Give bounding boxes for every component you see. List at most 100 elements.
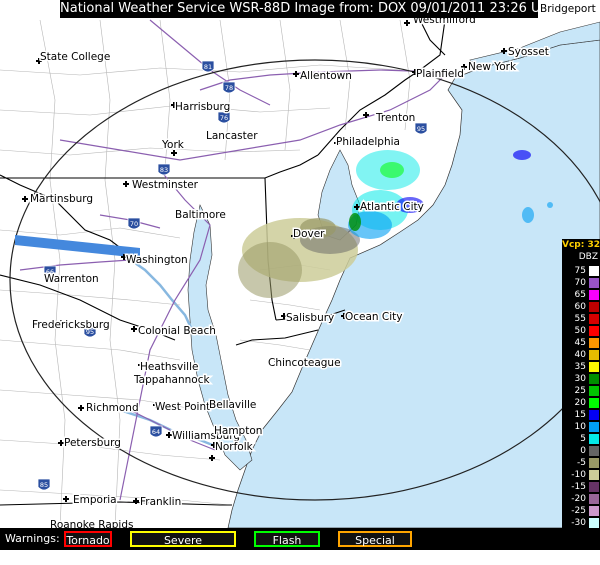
legend-entry-label: 30 [574,374,586,384]
city-label: Chincoteague [268,357,341,369]
interstate-shield-icon: 95 [414,122,428,135]
legend-entry-label: -5 [577,458,586,468]
city-label: Westminster [132,179,199,191]
legend-swatch [589,302,599,312]
svg-text:83: 83 [160,166,168,174]
legend-entry-label: 65 [574,290,586,300]
legend-swatch [589,338,599,348]
legend-entry: 30 [562,373,600,385]
legend-entry: 65 [562,289,600,301]
legend-swatch [589,422,599,432]
city-label: Syosset [508,46,549,58]
legend-entry-label: -15 [571,482,586,492]
city-label: Tappahannock [133,374,210,386]
legend-swatch [589,374,599,384]
city-label: Bridgeport [540,3,596,15]
legend-swatch [589,326,599,336]
interstate-shield-icon: 76 [217,111,231,124]
legend-swatch [589,398,599,408]
city-label: Bellaville [209,399,256,411]
city-label: Washington [126,254,188,266]
legend-entry-label: 50 [574,326,586,336]
svg-text:70: 70 [130,220,138,228]
legend-swatch [589,434,599,444]
legend-swatch [589,470,599,480]
legend-entry-label: 40 [574,350,586,360]
severe-thunderstorm-warning-button[interactable]: Severe Thunderstorm [130,531,236,563]
legend-swatch [589,362,599,372]
legend-swatch [589,410,599,420]
city-label: State College [40,51,110,63]
legend-entry: 20 [562,397,600,409]
radar-map: 81787683706695648595 State CollegeState … [0,0,600,528]
tornado-warning-button[interactable]: Tornado [64,531,112,547]
legend-entry: 40 [562,349,600,361]
city-label: Petersburg [64,437,121,449]
legend-swatch [589,350,599,360]
interstate-shield-icon: 64 [149,425,163,438]
legend-entry: -15 [562,481,600,493]
legend-entry: 55 [562,313,600,325]
city-label: Baltimore [175,209,226,221]
legend-entry-label: 5 [580,434,586,444]
city-label: New York [468,61,517,73]
city-label: Allentown [300,70,352,82]
city-label: Colonial Beach [138,325,216,337]
city-label: Martinsburg [30,193,93,205]
page-title: National Weather Service WSR-88D Image f… [60,0,538,18]
legend-entry-label: -10 [571,470,586,480]
legend-entry-label: 75 [574,266,586,276]
svg-text:78: 78 [225,84,233,92]
legend-vcp: Vcp: 32 [562,240,600,250]
legend-entry: 60 [562,301,600,313]
legend-entry: -10 [562,469,600,481]
flash-flood-warning-button[interactable]: Flash Flood [254,531,320,563]
legend-swatch [589,446,599,456]
interstate-shield-icon: 85 [37,478,51,491]
city-label: Warrenton [44,273,99,285]
city-label: Salisbury [286,312,334,324]
legend-entry-label: 60 [574,302,586,312]
city-label: Emporia [73,494,117,506]
legend-entry-label: 0 [580,446,586,456]
warnings-bar: Warnings: Tornado Severe Thunderstorm Fl… [0,528,600,563]
city-label: Philadelphia [336,136,400,148]
legend-swatch [589,506,599,516]
city-label: Dover [293,228,325,240]
city-label: Hampton [214,425,262,437]
legend-swatch [589,386,599,396]
legend-entry: 10 [562,421,600,433]
svg-text:81: 81 [204,63,212,71]
legend-swatch [589,458,599,468]
city-label: Fredericksburg [32,319,110,331]
legend-swatch [589,278,599,288]
city-label: Ocean City [345,311,403,323]
legend-entry: 25 [562,385,600,397]
legend-swatch [589,314,599,324]
city-label: Franklin [140,496,181,508]
city-label: Trenton [375,112,415,124]
legend-swatch [589,290,599,300]
legend-entry-label: 25 [574,386,586,396]
legend-swatch [589,266,599,276]
svg-text:85: 85 [40,481,48,489]
legend-swatch [589,494,599,504]
legend-swatch [589,518,599,528]
city-label: Plainfield [416,68,464,80]
legend-entry-label: 70 [574,278,586,288]
legend-entry: 15 [562,409,600,421]
legend-entry: 35 [562,361,600,373]
city-label: Harrisburg [175,101,230,113]
legend-entry: -25 [562,505,600,517]
city-label: Norfolk [215,441,254,453]
legend-entry-label: 10 [574,422,586,432]
svg-text:95: 95 [417,125,425,133]
svg-text:64: 64 [152,428,160,436]
city-label: York [161,139,185,151]
legend-entry: -20 [562,493,600,505]
legend-entry: 45 [562,337,600,349]
special-marine-warning-button[interactable]: Special Marine [338,531,412,563]
legend-entry: 75 [562,265,600,277]
legend-entry-label: -25 [571,506,586,516]
legend-entry: 70 [562,277,600,289]
